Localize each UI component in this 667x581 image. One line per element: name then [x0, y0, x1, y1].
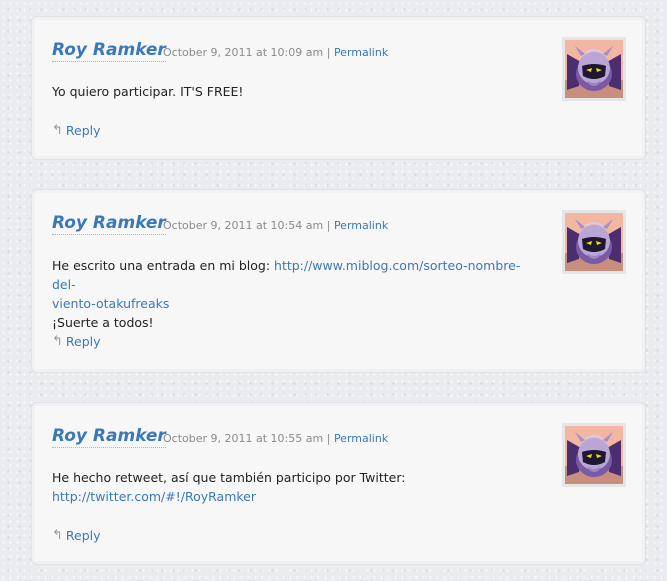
- comment-date: October 9, 2011 at 10:54 am: [163, 219, 324, 232]
- comment-meta: October 9, 2011 at 10:09 am | Permalink: [163, 46, 388, 59]
- comment-text: Yo quiero participar. IT'S FREE!: [52, 84, 244, 99]
- reply-label: Reply: [65, 528, 101, 543]
- permalink-link[interactable]: Permalink: [334, 219, 388, 232]
- comment-text: He hecho retweet, así que también partic…: [52, 470, 406, 485]
- comment-link-line2: viento-otakufreaks: [52, 296, 170, 311]
- comment-link[interactable]: http://twitter.com/#!/RoyRamker: [52, 489, 256, 504]
- meta-separator: |: [326, 46, 331, 59]
- comment-date: October 9, 2011 at 10:09 am: [163, 46, 324, 59]
- comment-body: Yo quiero participar. IT'S FREE!: [52, 82, 522, 101]
- reply-button[interactable]: ↰ Reply: [52, 528, 101, 543]
- comment-body: He escrito una entrada en mi blog: http:…: [52, 256, 522, 332]
- comment-text-before-link: He escrito una entrada en mi blog:: [52, 258, 275, 273]
- permalink-link[interactable]: Permalink: [334, 432, 388, 445]
- comment-link-line: http://twitter.com/#!/RoyRamker: [52, 487, 522, 506]
- meta-knight-avatar-icon: [565, 426, 623, 484]
- comment-author-link[interactable]: Roy Ramker: [52, 426, 166, 448]
- reply-arrow-icon: ↰: [52, 123, 63, 138]
- reply-label: Reply: [65, 334, 101, 349]
- comment-date: October 9, 2011 at 10:55 am: [163, 432, 324, 445]
- comment-text-line: ¡Suerte a todos!: [52, 315, 154, 330]
- comment: Roy Ramker October 9, 2011 at 10:09 am |…: [35, 20, 642, 156]
- avatar: [562, 210, 626, 274]
- comment: Roy Ramker October 9, 2011 at 10:55 am |…: [35, 406, 642, 561]
- meta-separator: |: [326, 219, 331, 232]
- comment-text: He escrito una entrada en mi blog: http:…: [52, 256, 522, 313]
- comment-body: He hecho retweet, así que también partic…: [52, 468, 522, 506]
- comment-meta: October 9, 2011 at 10:54 am | Permalink: [163, 219, 388, 232]
- meta-separator: |: [326, 432, 331, 445]
- comment-author-link[interactable]: Roy Ramker: [52, 40, 166, 62]
- reply-arrow-icon: ↰: [52, 528, 63, 543]
- reply-button[interactable]: ↰ Reply: [52, 334, 101, 349]
- avatar: [562, 423, 626, 487]
- meta-knight-avatar-icon: [565, 40, 623, 98]
- comment: Roy Ramker October 9, 2011 at 10:54 am |…: [35, 193, 642, 369]
- reply-arrow-icon: ↰: [52, 334, 63, 349]
- avatar: [562, 37, 626, 101]
- meta-knight-avatar-icon: [565, 213, 623, 271]
- comment-author-link[interactable]: Roy Ramker: [52, 213, 166, 235]
- comment-meta: October 9, 2011 at 10:55 am | Permalink: [163, 432, 388, 445]
- permalink-link[interactable]: Permalink: [334, 46, 388, 59]
- reply-label: Reply: [65, 123, 101, 138]
- reply-button[interactable]: ↰ Reply: [52, 123, 101, 138]
